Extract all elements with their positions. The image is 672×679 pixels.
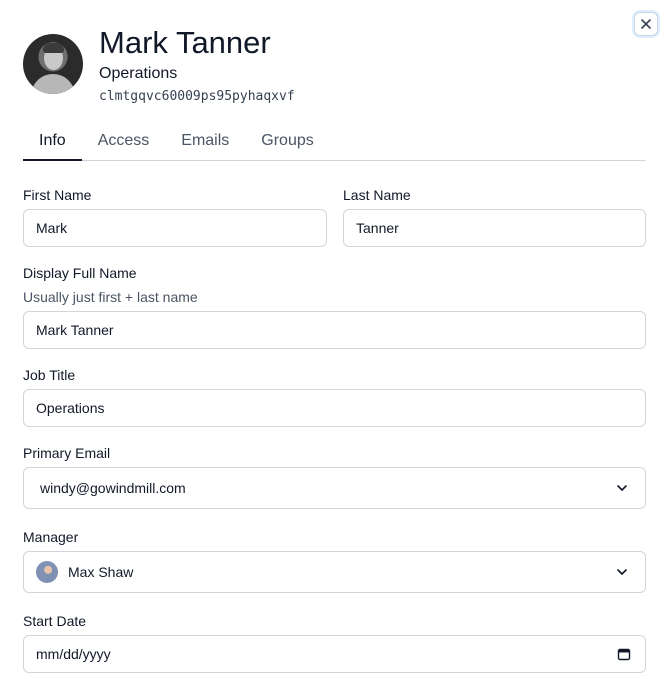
display-name-value: Mark Tanner <box>36 322 114 338</box>
job-title-value: Operations <box>36 400 105 416</box>
profile-header: Mark Tanner Operations clmtgqvc60009ps95… <box>23 26 295 104</box>
last-name-label: Last Name <box>343 187 411 203</box>
user-id: clmtgqvc60009ps95pyhaqxvf <box>99 89 295 104</box>
first-name-label: First Name <box>23 187 92 203</box>
chevron-down-icon <box>617 485 627 491</box>
first-name-field[interactable]: Mark <box>23 209 327 247</box>
close-button[interactable] <box>634 12 658 36</box>
user-name: Mark Tanner <box>99 25 271 60</box>
profile-identity: Mark Tanner Operations clmtgqvc60009ps95… <box>99 25 295 105</box>
display-name-field[interactable]: Mark Tanner <box>23 311 646 349</box>
manager-select[interactable]: Max Shaw <box>23 551 646 593</box>
manager-label: Manager <box>23 529 79 545</box>
manager-avatar <box>36 561 58 583</box>
display-name-label: Display Full Name <box>23 265 137 281</box>
display-name-help: Usually just first + last name <box>23 289 198 305</box>
job-title-label: Job Title <box>23 367 76 383</box>
tab-info[interactable]: Info <box>23 124 82 161</box>
primary-email-label: Primary Email <box>23 445 111 461</box>
calendar-icon[interactable] <box>617 647 631 661</box>
chevron-down-icon <box>617 569 627 575</box>
job-title-field[interactable]: Operations <box>23 389 646 427</box>
manager-value: Max Shaw <box>68 564 134 580</box>
start-date-field[interactable]: mm/dd/yyyy <box>23 635 646 673</box>
last-name-value: Tanner <box>356 220 399 236</box>
start-date-placeholder: mm/dd/yyyy <box>36 646 111 662</box>
start-date-label: Start Date <box>23 613 87 629</box>
tab-bar: Info Access Emails Groups <box>23 124 646 161</box>
user-detail-panel: Mark Tanner Operations clmtgqvc60009ps95… <box>0 0 672 679</box>
last-name-field[interactable]: Tanner <box>343 209 646 247</box>
first-name-value: Mark <box>36 220 68 236</box>
tab-emails[interactable]: Emails <box>165 124 245 161</box>
tab-groups[interactable]: Groups <box>245 124 329 161</box>
user-title: Operations <box>99 65 178 82</box>
primary-email-select[interactable]: windy@gowindmill.com <box>23 467 646 509</box>
tab-access[interactable]: Access <box>82 124 166 161</box>
close-icon <box>641 19 651 29</box>
avatar <box>23 34 83 94</box>
primary-email-value: windy@gowindmill.com <box>40 480 186 496</box>
